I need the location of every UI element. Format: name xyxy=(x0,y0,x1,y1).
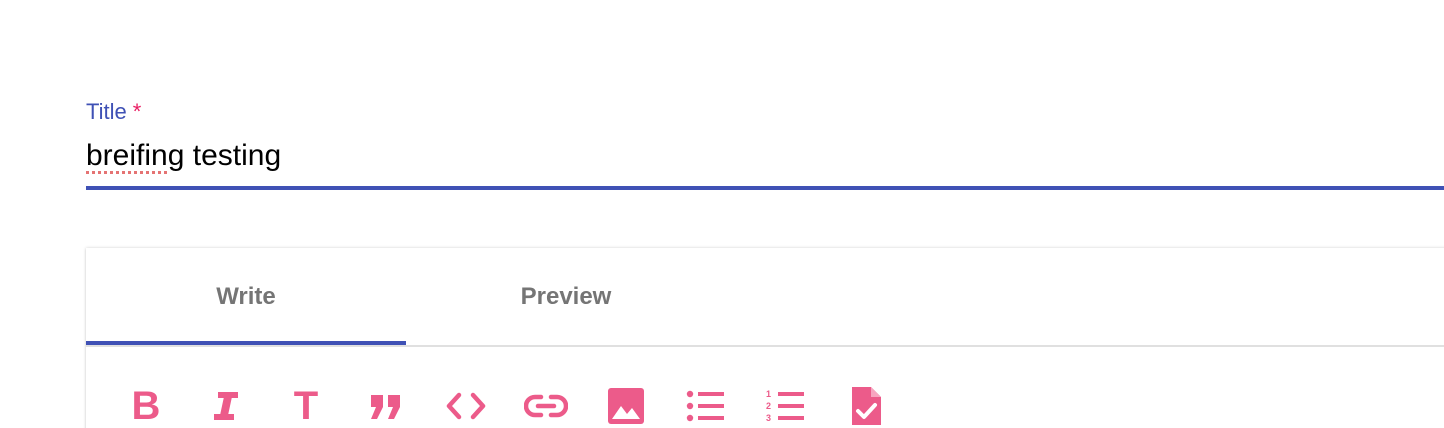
title-label: Title * xyxy=(86,98,141,126)
italic-icon xyxy=(214,392,238,420)
unordered-list-button[interactable] xyxy=(678,378,734,428)
ordered-list-icon: 1 2 3 xyxy=(766,389,804,423)
image-button[interactable] xyxy=(598,378,654,428)
header-icon: T xyxy=(293,384,319,428)
title-label-text: Title xyxy=(86,99,127,124)
bold-icon: B xyxy=(131,384,161,428)
link-button[interactable] xyxy=(518,378,574,428)
tab-write[interactable]: Write xyxy=(86,248,406,345)
italic-button[interactable] xyxy=(198,378,254,428)
editor-tabs: Write Preview xyxy=(86,248,1444,347)
svg-text:1: 1 xyxy=(766,389,771,399)
svg-text:2: 2 xyxy=(766,401,771,411)
title-field[interactable]: Title * breifing testing xyxy=(86,96,1444,192)
title-input-misspelled-word[interactable]: breifing xyxy=(86,139,184,172)
unordered-list-icon xyxy=(686,390,724,422)
bold-button[interactable]: B xyxy=(118,378,174,428)
header-button[interactable]: T xyxy=(278,378,334,428)
quote-button[interactable] xyxy=(358,378,414,428)
ordered-list-button[interactable]: 1 2 3 xyxy=(758,378,814,428)
title-input[interactable]: breifing testing xyxy=(86,136,281,176)
title-input-text[interactable]: testing xyxy=(184,139,281,172)
active-tab-indicator xyxy=(86,341,406,345)
editor-toolbar: B T 1 2 3 xyxy=(86,378,1444,428)
link-icon xyxy=(524,394,568,418)
required-marker: * xyxy=(132,99,142,124)
svg-text:3: 3 xyxy=(766,413,771,423)
page: Title* breifing testing Write Preview B xyxy=(0,0,1444,428)
markdown-editor: Write Preview B T 1 2 3 xyxy=(86,248,1444,428)
checked-list-button[interactable] xyxy=(838,378,894,428)
title-underline xyxy=(86,186,1444,190)
image-icon xyxy=(608,388,644,424)
code-icon xyxy=(446,392,486,420)
quote-icon xyxy=(371,395,400,419)
code-button[interactable] xyxy=(438,378,494,428)
tab-preview[interactable]: Preview xyxy=(406,248,726,345)
checked-list-icon xyxy=(852,387,881,425)
